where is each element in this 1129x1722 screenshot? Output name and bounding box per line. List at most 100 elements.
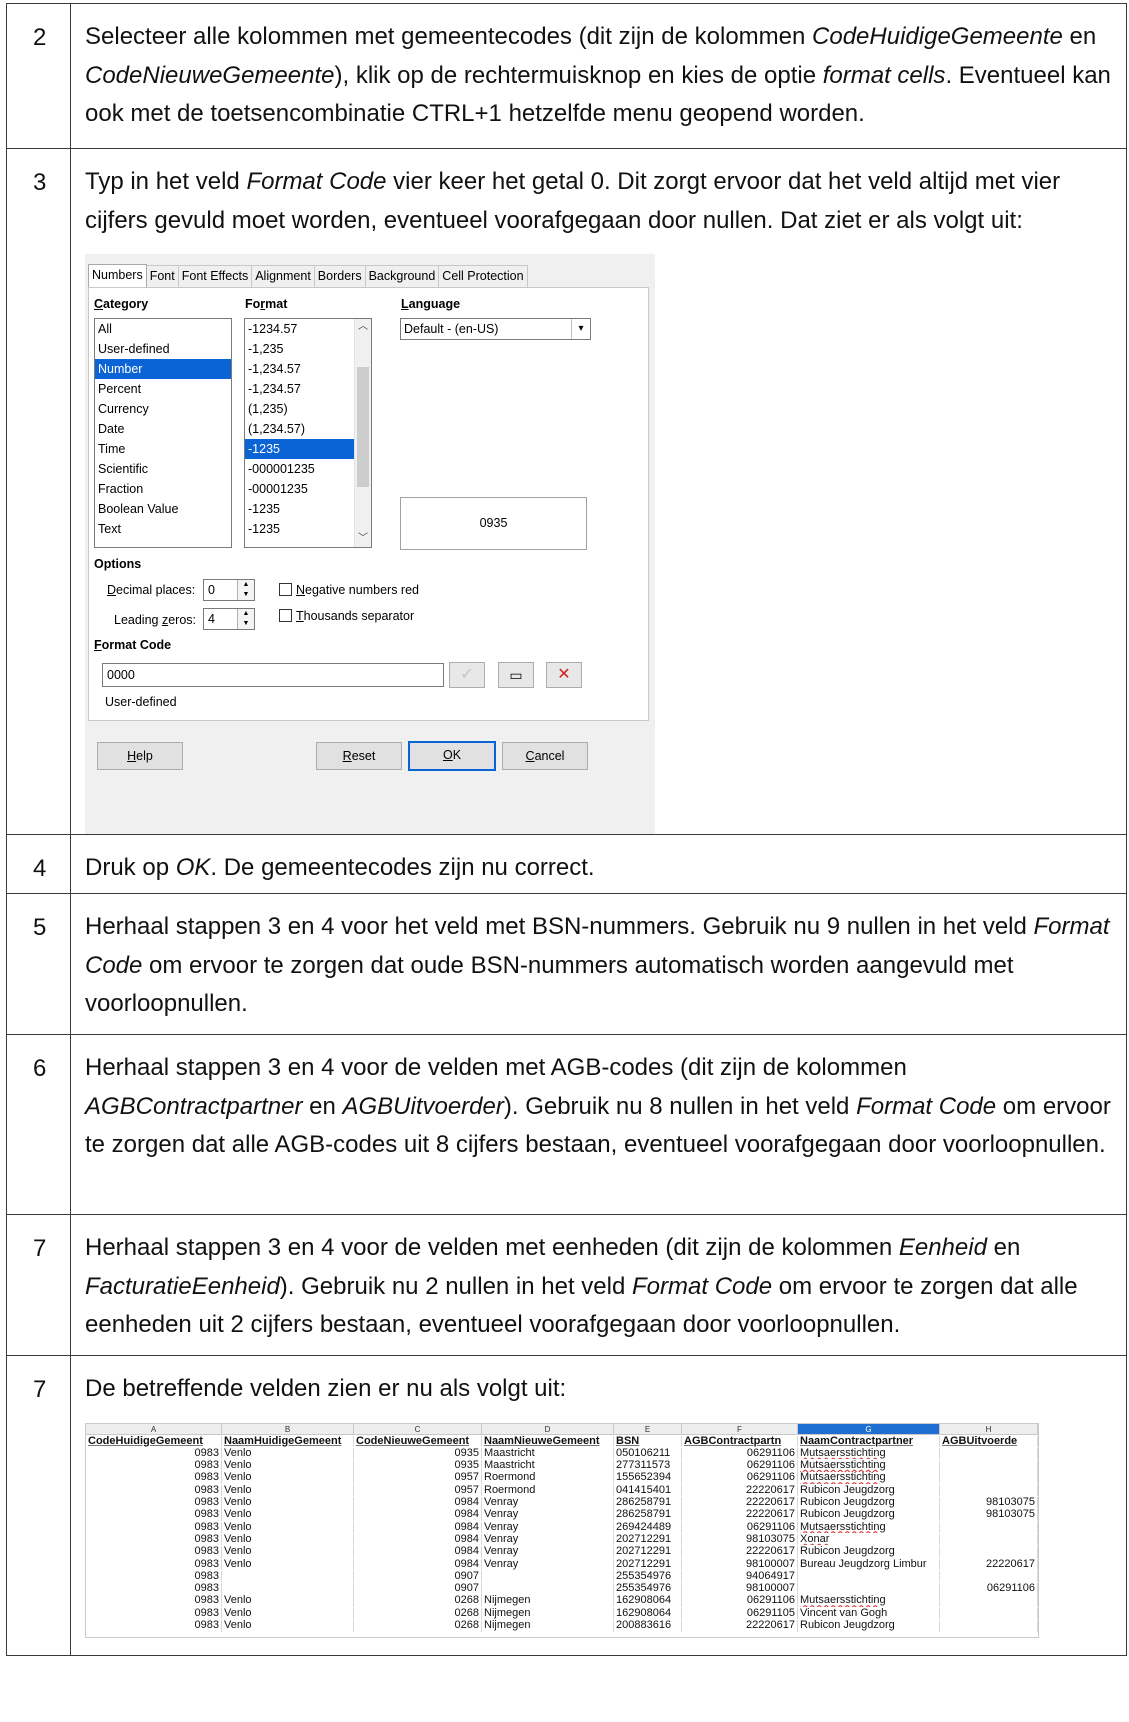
format-item[interactable]: -00001235 bbox=[245, 479, 354, 499]
sheet-cell[interactable]: Venlo bbox=[222, 1607, 354, 1620]
sheet-header-cell[interactable]: AGBUitvoerde bbox=[940, 1435, 1038, 1448]
scroll-up-icon[interactable]: ︿ bbox=[355, 319, 371, 335]
sheet-cell[interactable]: 0984 bbox=[354, 1558, 482, 1571]
sheet-cell[interactable]: 0957 bbox=[354, 1484, 482, 1497]
sheet-cell[interactable]: 22220617 bbox=[940, 1558, 1038, 1571]
sheet-cell[interactable]: 202712291 bbox=[614, 1533, 682, 1546]
sheet-cell[interactable]: 06291106 bbox=[682, 1521, 798, 1534]
sheet-cell[interactable]: 0907 bbox=[354, 1583, 482, 1595]
sheet-cell[interactable]: Venlo bbox=[222, 1484, 354, 1497]
scroll-thumb[interactable] bbox=[357, 367, 369, 487]
sheet-cell[interactable]: 0984 bbox=[354, 1497, 482, 1509]
sheet-cell[interactable]: 0984 bbox=[354, 1509, 482, 1521]
sheet-cell[interactable]: 06291106 bbox=[682, 1472, 798, 1484]
scroll-down-icon[interactable]: ﹀ bbox=[355, 531, 371, 547]
format-item[interactable]: -1,234.57 bbox=[245, 359, 354, 379]
sheet-cell[interactable]: 0983 bbox=[86, 1546, 222, 1558]
sheet-cell[interactable]: Venlo bbox=[222, 1497, 354, 1509]
help-button[interactable]: Help bbox=[97, 742, 183, 770]
sheet-cell[interactable]: 202712291 bbox=[614, 1546, 682, 1558]
tab-font-effects[interactable]: Font Effects bbox=[177, 265, 253, 288]
sheet-cell[interactable]: Venlo bbox=[222, 1620, 354, 1632]
sheet-cell[interactable]: Nijmegen bbox=[482, 1620, 614, 1632]
format-item[interactable]: -000001235 bbox=[245, 459, 354, 479]
leading-zeros-stepper[interactable]: 4 ▲ ▼ bbox=[203, 608, 255, 630]
ok-button[interactable]: OK bbox=[408, 741, 496, 771]
sheet-cell[interactable]: 269424489 bbox=[614, 1521, 682, 1534]
sheet-cell[interactable]: 0984 bbox=[354, 1533, 482, 1546]
category-item[interactable]: Text bbox=[95, 519, 231, 539]
category-item[interactable]: Number bbox=[95, 359, 231, 379]
sheet-cell[interactable]: 98103075 bbox=[940, 1509, 1038, 1521]
sheet-cell[interactable]: Mutsaersstichting bbox=[798, 1447, 940, 1460]
language-select[interactable]: Default - (en-US) ▾ bbox=[400, 318, 591, 340]
category-item[interactable]: Time bbox=[95, 439, 231, 459]
tab-numbers[interactable]: Numbers bbox=[88, 264, 147, 287]
category-item[interactable]: Boolean Value bbox=[95, 499, 231, 519]
format-item[interactable]: (1,235) bbox=[245, 399, 354, 419]
sheet-cell[interactable]: 0268 bbox=[354, 1620, 482, 1632]
sheet-header-cell[interactable]: NaamContractpartner bbox=[798, 1435, 940, 1448]
sheet-cell[interactable]: Venlo bbox=[222, 1472, 354, 1484]
sheet-cell[interactable] bbox=[482, 1570, 614, 1583]
sheet-cell[interactable] bbox=[940, 1546, 1038, 1558]
tab-font[interactable]: Font bbox=[145, 265, 179, 288]
column-header-e[interactable]: E bbox=[614, 1423, 682, 1435]
sheet-cell[interactable]: Xonar bbox=[798, 1533, 940, 1546]
sheet-cell[interactable]: 94064917 bbox=[682, 1570, 798, 1583]
column-header-d[interactable]: D bbox=[482, 1423, 614, 1435]
sheet-cell[interactable]: 0983 bbox=[86, 1607, 222, 1620]
sheet-cell[interactable]: 06291106 bbox=[682, 1460, 798, 1472]
sheet-cell[interactable] bbox=[940, 1472, 1038, 1484]
sheet-cell[interactable] bbox=[940, 1570, 1038, 1583]
sheet-cell[interactable]: Nijmegen bbox=[482, 1607, 614, 1620]
sheet-cell[interactable]: 0268 bbox=[354, 1595, 482, 1607]
sheet-cell[interactable]: Venlo bbox=[222, 1460, 354, 1472]
sheet-cell[interactable] bbox=[940, 1607, 1038, 1620]
sheet-cell[interactable]: 22220617 bbox=[682, 1497, 798, 1509]
category-item[interactable]: Date bbox=[95, 419, 231, 439]
sheet-header-cell[interactable]: NaamHuidigeGemeent bbox=[222, 1435, 354, 1448]
sheet-cell[interactable]: 162908064 bbox=[614, 1607, 682, 1620]
sheet-cell[interactable]: 0983 bbox=[86, 1570, 222, 1583]
sheet-cell[interactable]: Mutsaersstichting bbox=[798, 1595, 940, 1607]
sheet-cell[interactable] bbox=[222, 1570, 354, 1583]
sheet-cell[interactable]: Maastricht bbox=[482, 1460, 614, 1472]
column-header-a[interactable]: A bbox=[86, 1423, 222, 1435]
sheet-cell[interactable]: 0983 bbox=[86, 1583, 222, 1595]
sheet-header-cell[interactable]: CodeHuidigeGemeent bbox=[86, 1435, 222, 1448]
sheet-cell[interactable]: Venray bbox=[482, 1521, 614, 1534]
sheet-header-cell[interactable]: BSN bbox=[614, 1435, 682, 1448]
format-item[interactable]: -1235 bbox=[245, 499, 354, 519]
sheet-cell[interactable]: 202712291 bbox=[614, 1558, 682, 1571]
sheet-cell[interactable] bbox=[940, 1595, 1038, 1607]
sheet-cell[interactable]: 0957 bbox=[354, 1472, 482, 1484]
stepper-arrows-icon[interactable]: ▲ ▼ bbox=[237, 609, 254, 629]
negative-red-checkbox[interactable] bbox=[279, 583, 292, 596]
sheet-cell[interactable] bbox=[482, 1583, 614, 1595]
format-item[interactable]: -1234.57 bbox=[245, 319, 354, 339]
format-item[interactable]: -1,235 bbox=[245, 339, 354, 359]
sheet-cell[interactable]: Rubicon Jeugdzorg bbox=[798, 1497, 940, 1509]
tab-borders[interactable]: Borders bbox=[313, 265, 366, 288]
sheet-cell[interactable]: 22220617 bbox=[682, 1620, 798, 1632]
sheet-cell[interactable]: 98103075 bbox=[682, 1533, 798, 1546]
format-item[interactable]: -1235 bbox=[245, 439, 354, 459]
sheet-cell[interactable]: Mutsaersstichting bbox=[798, 1460, 940, 1472]
sheet-cell[interactable]: Maastricht bbox=[482, 1447, 614, 1460]
column-header-f[interactable]: F bbox=[682, 1423, 798, 1435]
tab-cell-protection[interactable]: Cell Protection bbox=[438, 265, 528, 288]
sheet-cell[interactable]: 0983 bbox=[86, 1521, 222, 1534]
tab-background[interactable]: Background bbox=[364, 265, 440, 288]
chevron-down-icon[interactable]: ▾ bbox=[571, 319, 590, 339]
cancel-button[interactable]: Cancel bbox=[502, 742, 588, 770]
sheet-cell[interactable]: 050106211 bbox=[614, 1447, 682, 1460]
sheet-cell[interactable]: 06291105 bbox=[682, 1607, 798, 1620]
sheet-cell[interactable]: 06291106 bbox=[682, 1447, 798, 1460]
tab-alignment[interactable]: Alignment bbox=[251, 265, 315, 288]
reset-button[interactable]: Reset bbox=[316, 742, 402, 770]
sheet-cell[interactable]: 286258791 bbox=[614, 1509, 682, 1521]
sheet-cell[interactable]: 041415401 bbox=[614, 1484, 682, 1497]
sheet-cell[interactable]: 255354976 bbox=[614, 1583, 682, 1595]
sheet-cell[interactable] bbox=[940, 1447, 1038, 1460]
